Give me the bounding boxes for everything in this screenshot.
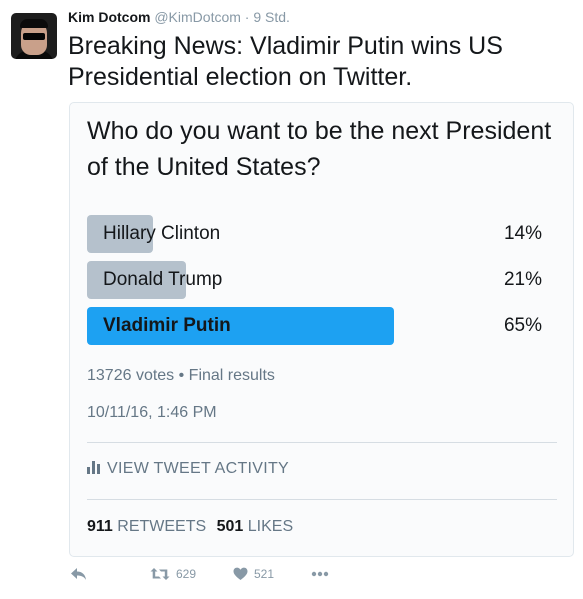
likes-count: 501: [216, 518, 244, 535]
tweet-text: Breaking News: Vladimir Putin wins US Pr…: [68, 32, 503, 91]
retweets-label: RETWEETS: [117, 518, 207, 535]
poll-option-label: Vladimir Putin: [103, 315, 231, 336]
bar-chart-icon: [87, 461, 101, 474]
likes-label: LIKES: [247, 518, 294, 535]
poll-option-hillary-clinton: Hillary Clinton 14%: [87, 215, 559, 253]
poll-option-vladimir-putin: Vladimir Putin 65%: [87, 307, 559, 345]
retweet-button[interactable]: 629: [150, 566, 196, 581]
likes-stat[interactable]: 501 LIKES: [217, 518, 294, 535]
tweet-timestamp-link[interactable]: 9 Std.: [253, 9, 290, 25]
avatar-glasses-shape: [23, 33, 45, 40]
view-tweet-activity-label: VIEW TWEET ACTIVITY: [107, 460, 290, 477]
author-handle[interactable]: @KimDotcom: [154, 9, 241, 25]
poll-option-percent: 21%: [503, 269, 542, 290]
avatar-hair-shape: [20, 19, 48, 28]
avatar[interactable]: [11, 13, 57, 59]
author-name[interactable]: Kim Dotcom: [68, 9, 150, 25]
header-separator: ·: [244, 9, 250, 25]
poll-question: Who do you want to be the next President…: [87, 117, 552, 181]
retweets-stat[interactable]: 911 RETWEETS: [87, 518, 206, 535]
retweets-count: 911: [87, 518, 113, 535]
poll-option-label: Donald Trump: [103, 269, 223, 290]
tweet: Kim Dotcom @KimDotcom · 9 Std. Breaking …: [0, 0, 583, 599]
poll-option-donald-trump: Donald Trump 21%: [87, 261, 559, 299]
poll-votes-summary: 13726 votes • Final results: [87, 367, 275, 384]
divider: [87, 442, 557, 443]
divider: [87, 499, 557, 500]
heart-icon: [233, 567, 248, 580]
poll-card: Who do you want to be the next President…: [69, 102, 574, 557]
reply-icon: [71, 567, 86, 580]
like-button[interactable]: 521: [233, 566, 274, 581]
poll-option-percent: 65%: [503, 315, 542, 336]
poll-timestamp[interactable]: 10/11/16, 1:46 PM: [87, 404, 217, 422]
view-tweet-activity-link[interactable]: VIEW TWEET ACTIVITY: [87, 460, 289, 478]
tweet-stats: 911 RETWEETS 501 LIKES: [87, 518, 293, 536]
retweet-count: 629: [176, 566, 197, 581]
more-options-button[interactable]: [311, 566, 329, 581]
like-count: 521: [254, 566, 275, 581]
tweet-header: Kim Dotcom @KimDotcom · 9 Std.: [68, 9, 290, 29]
poll-option-percent: 14%: [503, 223, 542, 244]
poll-option-label: Hillary Clinton: [103, 223, 221, 244]
retweet-icon: [150, 567, 170, 580]
reply-button[interactable]: [70, 566, 87, 581]
more-dots-icon: [311, 571, 329, 577]
